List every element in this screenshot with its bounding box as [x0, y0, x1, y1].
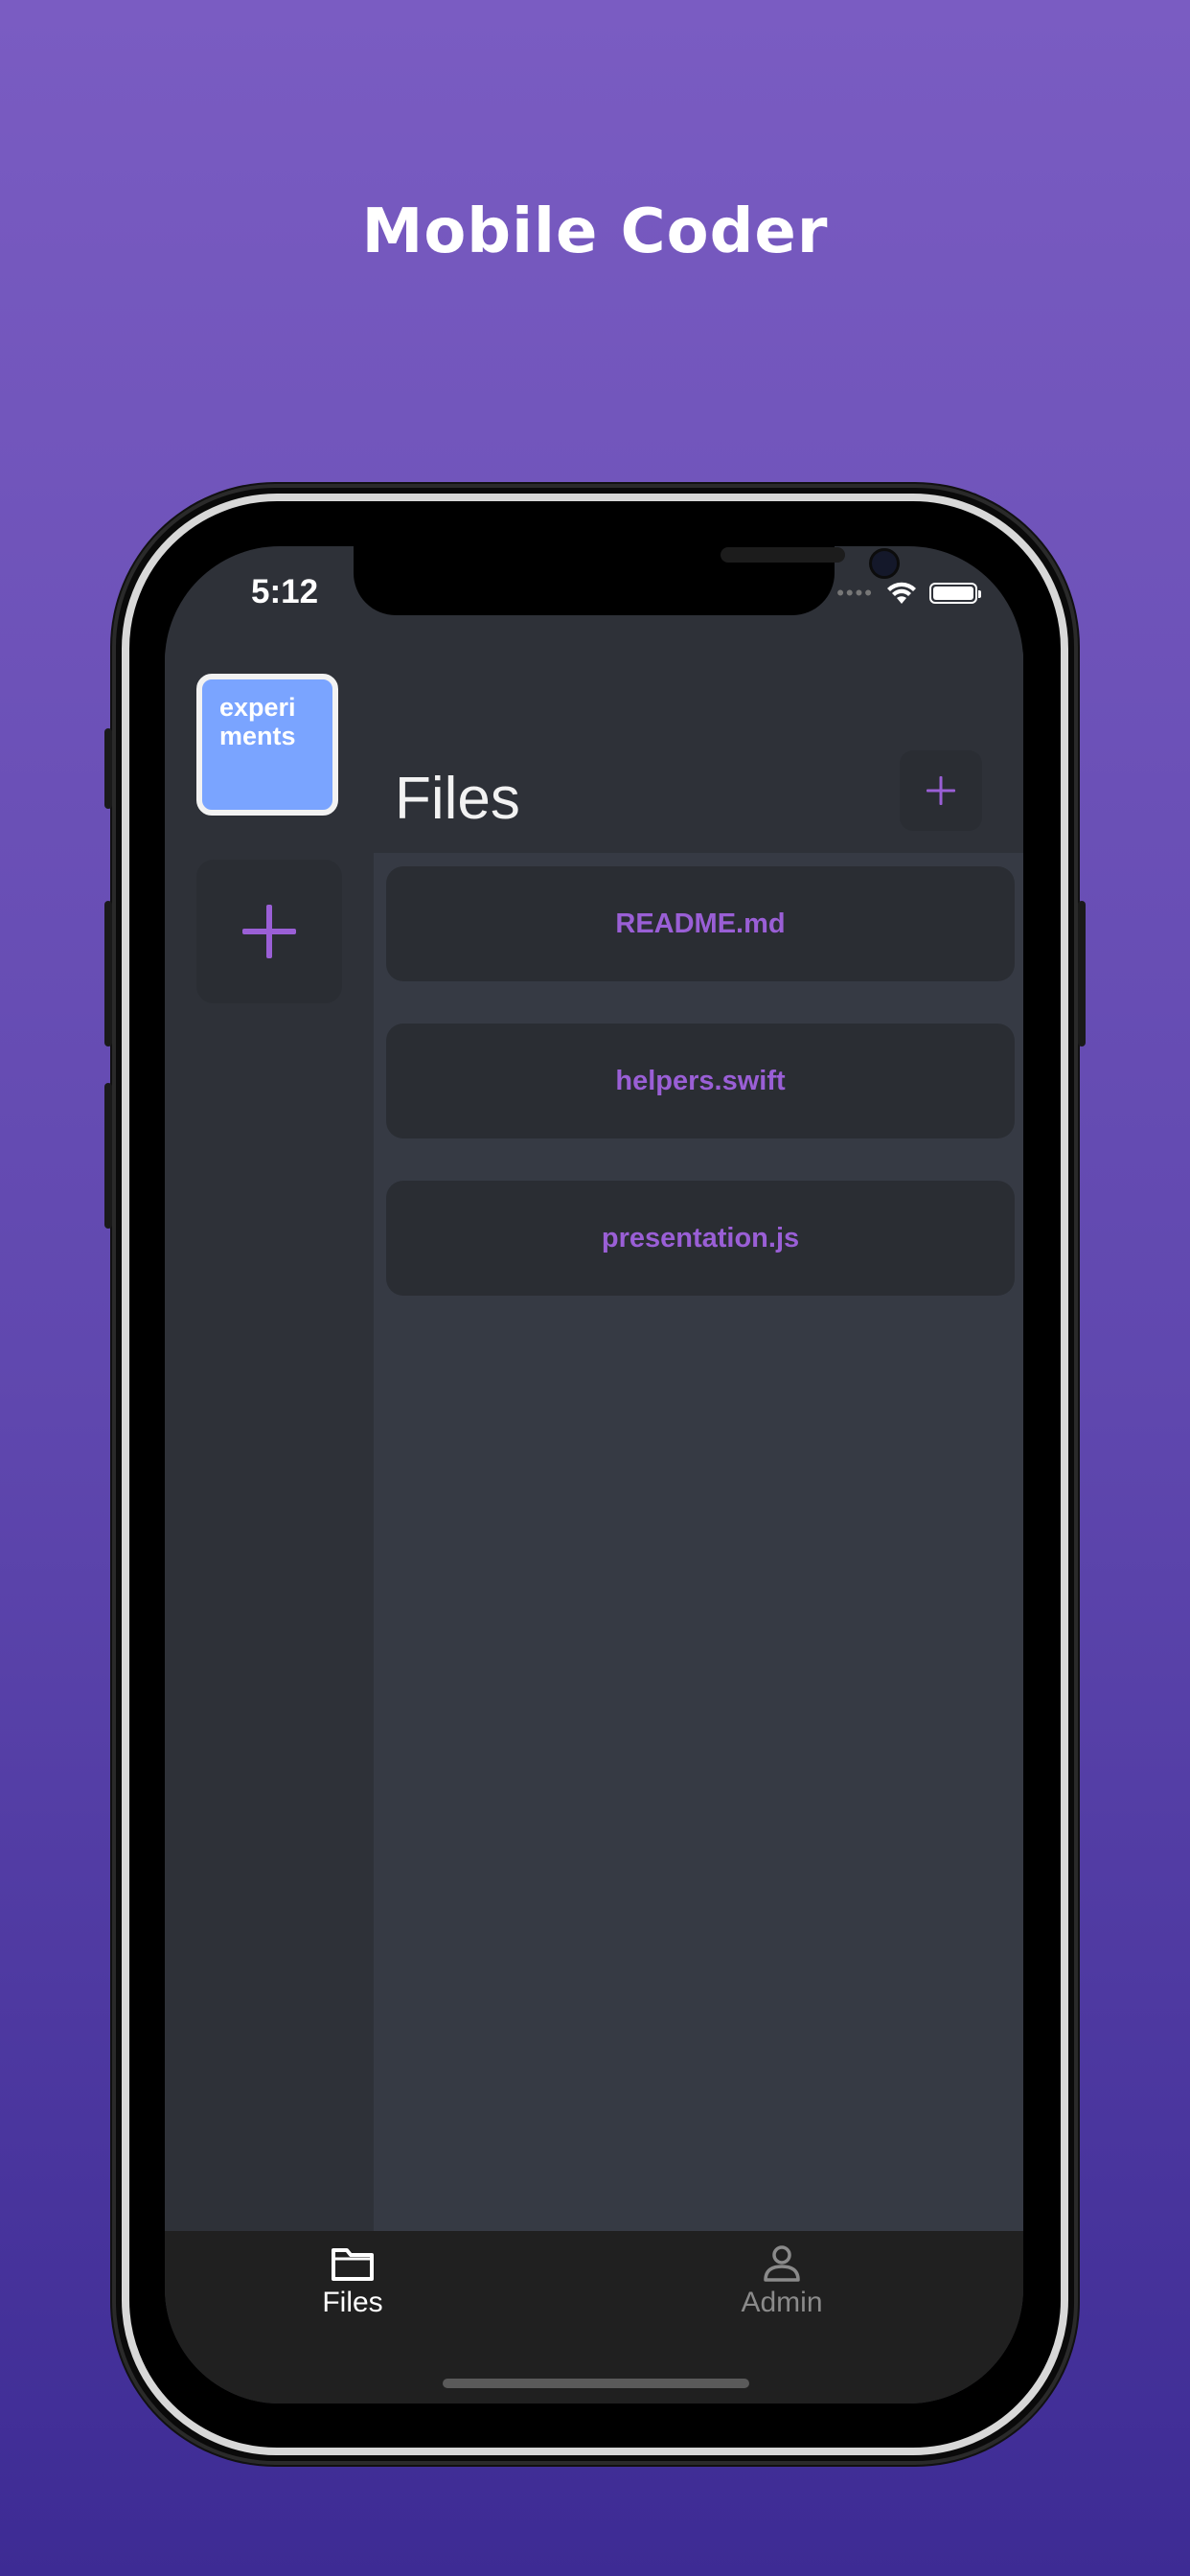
file-name: README.md: [615, 908, 786, 939]
mute-switch: [104, 728, 112, 809]
front-camera: [869, 548, 900, 579]
signal-dots-icon: ••••: [836, 581, 874, 605]
status-icons: ••••: [836, 581, 981, 606]
file-name: helpers.swift: [615, 1065, 786, 1096]
wifi-icon: [887, 582, 916, 604]
add-file-button[interactable]: [900, 750, 982, 831]
plus-icon: [927, 776, 955, 805]
plus-icon: [242, 905, 296, 958]
file-list: README.md helpers.swift presentation.js: [386, 866, 1015, 1338]
phone-screen: 5:12 •••• experi ments Files README.md h…: [165, 546, 1023, 2404]
page-headline: Mobile Coder: [361, 196, 829, 267]
file-item-helpers[interactable]: helpers.swift: [386, 1024, 1015, 1138]
battery-icon: [929, 583, 981, 604]
file-name: presentation.js: [601, 1222, 800, 1254]
volume-down-button: [104, 1083, 112, 1229]
status-time: 5:12: [251, 573, 319, 610]
volume-up-button: [104, 901, 112, 1046]
tab-admin[interactable]: Admin: [686, 2244, 878, 2319]
home-indicator[interactable]: [443, 2379, 749, 2388]
power-button: [1078, 901, 1086, 1046]
page-title: Files: [395, 766, 520, 832]
tab-files[interactable]: Files: [257, 2244, 448, 2319]
file-item-readme[interactable]: README.md: [386, 866, 1015, 981]
add-project-button[interactable]: [196, 860, 342, 1003]
tab-label: Files: [322, 2287, 383, 2318]
project-tile-experiments[interactable]: experi ments: [196, 674, 338, 816]
file-item-presentation[interactable]: presentation.js: [386, 1181, 1015, 1296]
tab-bar: Files Admin: [165, 2231, 1023, 2404]
folder-icon: [332, 2248, 374, 2281]
speaker-grille: [721, 547, 845, 563]
notch: [354, 546, 900, 615]
tab-label: Admin: [741, 2287, 823, 2318]
person-icon: [764, 2245, 800, 2282]
